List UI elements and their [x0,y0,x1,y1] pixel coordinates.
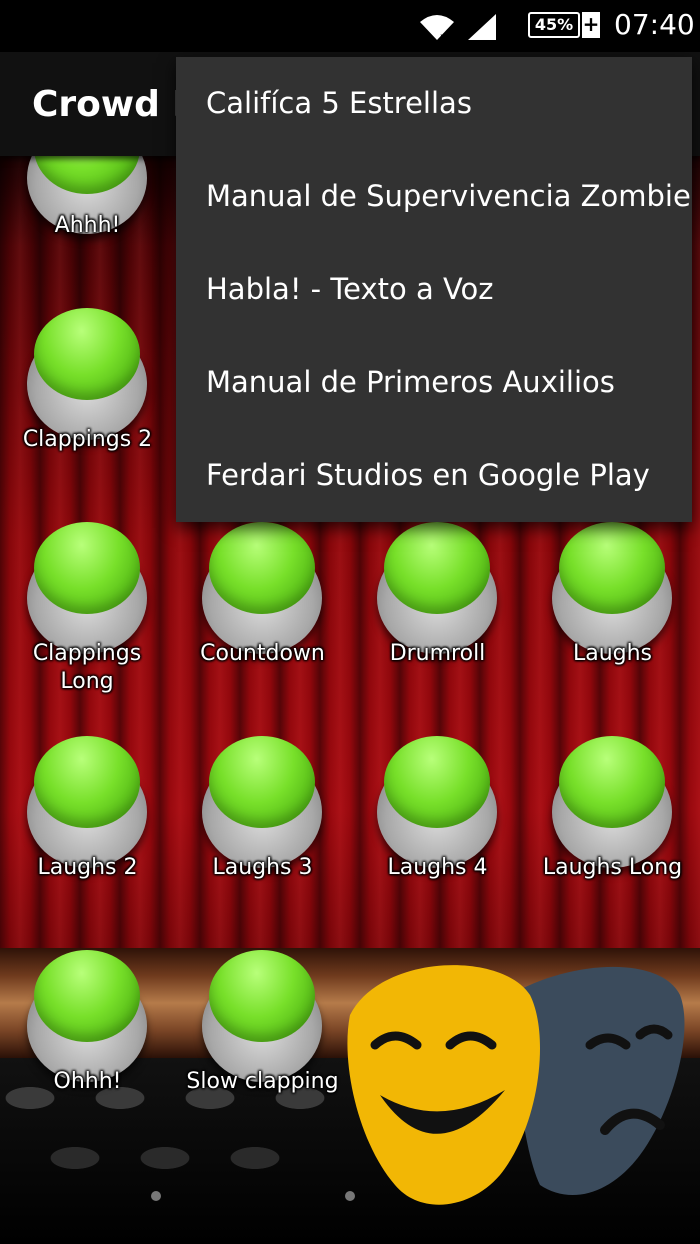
status-bar: x 45% + 07:40 [0,0,700,52]
sound-button-label: Ahhh! [54,213,121,238]
menu-item-rate[interactable]: Califíca 5 Estrellas [176,57,692,150]
sound-button-label: Laughs 2 [37,855,138,880]
sound-button-label: Clappings 2 [22,427,153,452]
button-cap [34,950,140,1042]
sound-button-countdown[interactable]: Countdown [175,522,350,722]
sound-button-label: Countdown [200,641,325,666]
theater-masks-icon [347,965,685,1205]
wifi-icon: x [420,15,454,42]
sound-button-label: Drumroll [389,641,486,666]
sound-button-laughs-2[interactable]: Laughs 2 [0,736,175,936]
menu-item-text-to-speech[interactable]: Habla! - Texto a Voz [176,243,692,336]
sound-button-clappings-long[interactable]: Clappings Long [0,522,175,722]
button-cap [209,950,315,1042]
sound-button-label: Laughs 4 [387,855,488,880]
sound-button-label: Laughs Long [542,855,683,880]
sound-button-label: Slow clapping [186,1069,339,1094]
button-cap [209,736,315,828]
sound-button-laughs-4[interactable]: Laughs 4 [350,736,525,936]
svg-text:x: x [440,32,446,42]
sound-button-label: Laughs 3 [212,855,313,880]
comedy-mask [347,965,540,1205]
button-cap [559,522,665,614]
button-cap [34,308,140,400]
charging-icon: + [582,12,600,38]
menu-item-ferdari-studios[interactable]: Ferdari Studios en Google Play [176,429,692,522]
page-indicator-dot [345,1191,355,1201]
sound-button-label: Ohhh! [53,1069,122,1094]
sound-button-laughs[interactable]: Laughs [525,522,700,722]
battery-icon: 45% [528,12,580,38]
sound-button-laughs-long[interactable]: Laughs Long [525,736,700,936]
sound-button-label: Laughs [572,641,653,666]
app-title: Crowd R [32,84,201,125]
menu-item-first-aid-manual[interactable]: Manual de Primeros Auxilios [176,336,692,429]
overflow-menu: Califíca 5 Estrellas Manual de Supervive… [176,57,692,522]
button-cap [209,522,315,614]
signal-icon [468,14,496,40]
sound-button-clappings-2[interactable]: Clappings 2 [0,308,175,508]
button-cap [559,736,665,828]
sound-button-laughs-3[interactable]: Laughs 3 [175,736,350,936]
sound-button-slow-clapping[interactable]: Slow clapping [175,950,350,1150]
clock: 07:40 [614,8,695,41]
sound-button-ohhh[interactable]: Ohhh! [0,950,175,1150]
sound-button-drumroll[interactable]: Drumroll [350,522,525,722]
button-cap [34,736,140,828]
button-cap [384,522,490,614]
button-cap [384,736,490,828]
button-cap [34,522,140,614]
page-indicator-dot [151,1191,161,1201]
sound-button-label: Clappings Long [32,641,142,694]
menu-item-zombie-manual[interactable]: Manual de Supervivencia Zombie [176,150,692,243]
